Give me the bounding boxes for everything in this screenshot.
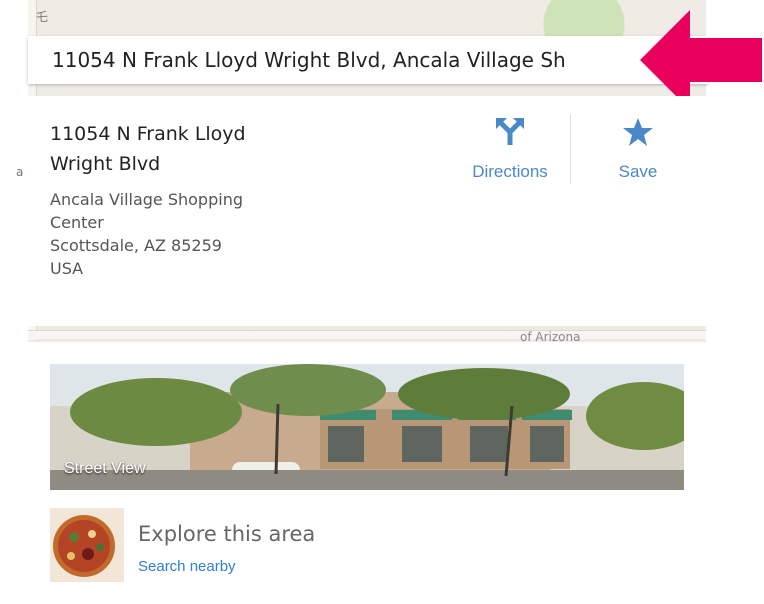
explore-thumbnail[interactable] [50, 508, 124, 582]
maps-screen: 乇 a S of Arizona 11054 N Frank Lloyd Wri… [0, 0, 764, 604]
place-title: 11054 N Frank Lloyd Wright Blvd [50, 123, 246, 175]
directions-label: Directions [472, 162, 548, 181]
place-details-panel: Street View Explore this area Search nea… [28, 342, 706, 604]
address-line: Scottsdale, AZ 85259 [50, 236, 222, 255]
place-address: Ancala Village Shopping Center Scottsdal… [50, 188, 350, 280]
map-label-top: 乇 [36, 10, 49, 24]
street-view-thumbnail[interactable]: Street View [50, 364, 684, 490]
action-divider [570, 114, 571, 184]
address-line: USA [50, 259, 84, 278]
street-view-label: Street View [64, 460, 146, 477]
directions-icon [496, 118, 524, 145]
search-nearby-link[interactable]: Search nearby [138, 558, 236, 575]
address-line: Center [50, 213, 104, 232]
pizza-image [50, 508, 124, 582]
explore-area-title: Explore this area [138, 522, 316, 546]
directions-button[interactable]: Directions [460, 116, 560, 182]
address-line: Ancala Village Shopping [50, 190, 243, 209]
search-input[interactable] [28, 36, 708, 84]
map-road [28, 330, 706, 339]
star-icon [623, 118, 653, 146]
place-actions: Directions Save [436, 96, 706, 326]
search-box[interactable] [28, 36, 708, 84]
save-label: Save [618, 162, 658, 181]
save-button[interactable]: Save [598, 116, 678, 182]
place-card: 11054 N Frank Lloyd Wright Blvd Ancala V… [28, 96, 438, 326]
